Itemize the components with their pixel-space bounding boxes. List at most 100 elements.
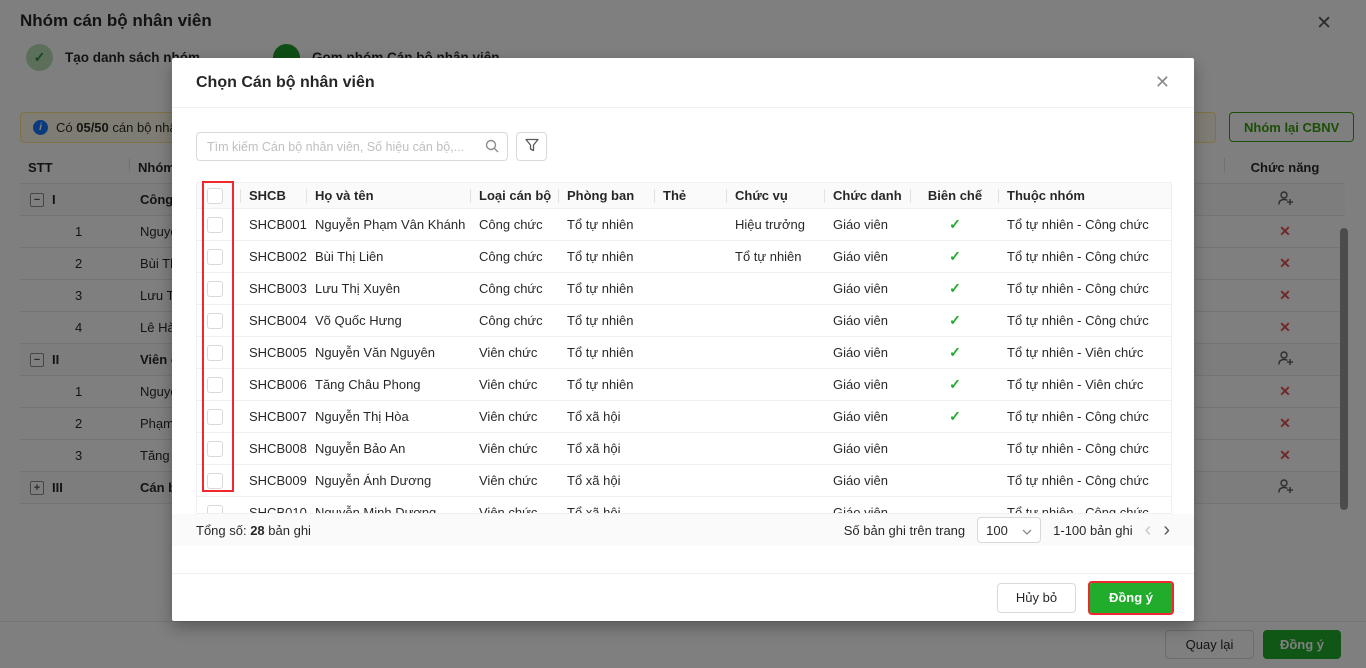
row-checkbox[interactable]: [207, 217, 223, 233]
col-card: Thẻ: [655, 183, 727, 208]
cell-name: Nguyễn Bảo An: [307, 433, 471, 464]
cell-name: Võ Quốc Hưng: [307, 305, 471, 336]
modal-close-icon[interactable]: ✕: [1155, 72, 1170, 93]
page-size-label: Số bản ghi trên trang: [844, 523, 965, 538]
col-group: Thuộc nhóm: [999, 183, 1171, 208]
cell-title: Giáo viên: [825, 337, 911, 368]
cell-shcb: SHCB010: [241, 497, 307, 514]
prev-page-icon[interactable]: ‹: [1145, 520, 1152, 540]
row-checkbox[interactable]: [207, 281, 223, 297]
cell-card: [655, 369, 727, 400]
cell-position: [727, 465, 825, 496]
row-checkbox[interactable]: [207, 441, 223, 457]
row-checkbox[interactable]: [207, 409, 223, 425]
staff-row: SHCB009Nguyễn Ánh DươngViên chứcTổ xã hộ…: [197, 465, 1171, 497]
cell-shcb: SHCB003: [241, 273, 307, 304]
cell-group: Tổ tự nhiên - Viên chức: [999, 369, 1171, 400]
page-size-value: 100: [986, 523, 1008, 538]
cell-group: Tổ tự nhiên - Công chức: [999, 465, 1171, 496]
cell-shcb: SHCB006: [241, 369, 307, 400]
cell-group: Tổ tự nhiên - Công chức: [999, 401, 1171, 432]
cell-type: Công chức: [471, 209, 559, 240]
search-field-wrap: [196, 132, 508, 161]
search-input[interactable]: [196, 132, 508, 161]
tenure-check-icon: ✓: [949, 344, 961, 361]
col-type: Loại cán bộ: [471, 183, 559, 208]
cell-dept: Tổ xã hội: [559, 401, 655, 432]
page-size-select[interactable]: 100: [977, 517, 1041, 543]
cell-type: Công chức: [471, 273, 559, 304]
cell-dept: Tổ tự nhiên: [559, 273, 655, 304]
staff-row: SHCB006Tăng Châu PhongViên chứcTổ tự nhi…: [197, 369, 1171, 401]
cancel-button[interactable]: Hủy bỏ: [997, 583, 1076, 613]
confirm-button[interactable]: Đồng ý: [1090, 583, 1172, 613]
cell-group: Tổ tự nhiên - Viên chức: [999, 337, 1171, 368]
cell-dept: Tổ tự nhiên: [559, 369, 655, 400]
cell-name: Nguyễn Minh Dương: [307, 497, 471, 514]
tenure-check-icon: ✓: [949, 216, 961, 233]
cell-shcb: SHCB001: [241, 209, 307, 240]
row-checkbox[interactable]: [207, 249, 223, 265]
staff-row: SHCB001Nguyễn Phạm Vân KhánhCông chứcTổ …: [197, 209, 1171, 241]
cell-position: Hiệu trưởng: [727, 209, 825, 240]
cell-card: [655, 209, 727, 240]
cell-type: Viên chức: [471, 337, 559, 368]
col-title: Chức danh: [825, 183, 911, 208]
cell-card: [655, 337, 727, 368]
cell-card: [655, 273, 727, 304]
cell-shcb: SHCB008: [241, 433, 307, 464]
cell-title: Giáo viên: [825, 369, 911, 400]
next-page-icon[interactable]: ›: [1163, 520, 1170, 540]
row-checkbox[interactable]: [207, 473, 223, 489]
staff-row: SHCB003Lưu Thị XuyênCông chứcTổ tự nhiên…: [197, 273, 1171, 305]
cell-type: Viên chức: [471, 369, 559, 400]
cell-type: Viên chức: [471, 465, 559, 496]
cell-card: [655, 305, 727, 336]
cell-shcb: SHCB004: [241, 305, 307, 336]
staff-row: SHCB005Nguyễn Văn NguyênViên chứcTổ tự n…: [197, 337, 1171, 369]
search-icon[interactable]: [485, 139, 499, 158]
row-checkbox[interactable]: [207, 313, 223, 329]
cell-type: Viên chức: [471, 497, 559, 514]
cell-position: [727, 337, 825, 368]
cell-card: [655, 401, 727, 432]
select-all-checkbox[interactable]: [207, 188, 223, 204]
staff-row: SHCB008Nguyễn Bảo AnViên chứcTổ xã hộiGi…: [197, 433, 1171, 465]
cell-group: Tổ tự nhiên - Công chức: [999, 305, 1171, 336]
row-checkbox[interactable]: [207, 505, 223, 515]
cell-group: Tổ tự nhiên - Công chức: [999, 273, 1171, 304]
staff-row: SHCB004Võ Quốc HưngCông chứcTổ tự nhiênG…: [197, 305, 1171, 337]
cell-dept: Tổ tự nhiên: [559, 209, 655, 240]
cell-card: [655, 433, 727, 464]
staff-table: SHCB Họ và tên Loại cán bộ Phòng ban Thẻ…: [196, 182, 1172, 514]
cell-shcb: SHCB009: [241, 465, 307, 496]
select-staff-modal: Chọn Cán bộ nhân viên ✕ SHCB Họ và tên: [172, 58, 1194, 621]
cell-shcb: SHCB005: [241, 337, 307, 368]
cell-title: Giáo viên: [825, 241, 911, 272]
filter-button[interactable]: [516, 132, 547, 161]
cell-title: Giáo viên: [825, 465, 911, 496]
modal-title: Chọn Cán bộ nhân viên: [196, 74, 375, 92]
cell-title: Giáo viên: [825, 209, 911, 240]
col-dept: Phòng ban: [559, 183, 655, 208]
search-row: [196, 132, 1170, 161]
cell-title: Giáo viên: [825, 305, 911, 336]
cell-dept: Tổ tự nhiên: [559, 337, 655, 368]
cell-group: Tổ tự nhiên - Công chức: [999, 241, 1171, 272]
cell-type: Công chức: [471, 241, 559, 272]
cell-shcb: SHCB007: [241, 401, 307, 432]
cell-position: [727, 369, 825, 400]
pagination-bar: Tổng số: 28 bản ghi Số bản ghi trên tran…: [172, 514, 1194, 546]
cell-type: Công chức: [471, 305, 559, 336]
cell-group: Tổ tự nhiên - Công chức: [999, 209, 1171, 240]
cell-dept: Tổ xã hội: [559, 497, 655, 514]
modal-header: Chọn Cán bộ nhân viên ✕: [172, 58, 1194, 108]
cell-shcb: SHCB002: [241, 241, 307, 272]
row-checkbox[interactable]: [207, 377, 223, 393]
col-shcb: SHCB: [241, 183, 307, 208]
app-window: Nhóm cán bộ nhân viên ✕ ✓ Tạo danh sách …: [0, 0, 1366, 668]
cell-name: Lưu Thị Xuyên: [307, 273, 471, 304]
staff-table-header: SHCB Họ và tên Loại cán bộ Phòng ban Thẻ…: [197, 183, 1171, 209]
row-checkbox[interactable]: [207, 345, 223, 361]
cell-position: [727, 273, 825, 304]
